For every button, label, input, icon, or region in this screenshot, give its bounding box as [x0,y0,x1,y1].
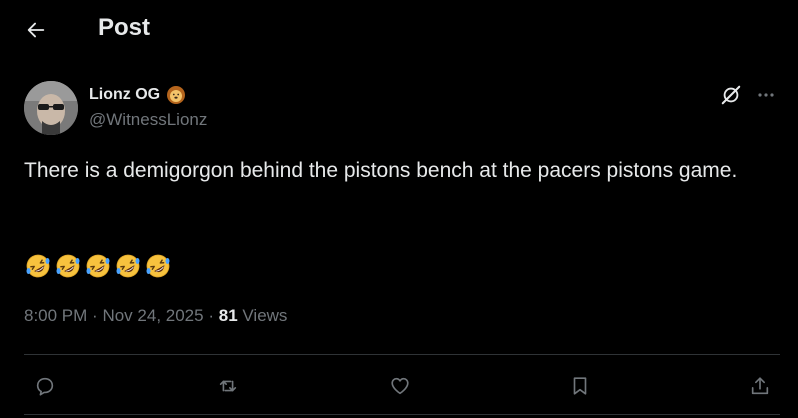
reply-button[interactable] [28,369,62,403]
page-title: Post [98,14,151,41]
arrow-left-icon [25,19,47,41]
rolling-on-floor-laughing-icon [24,252,172,280]
author-name[interactable]: Lionz OG [89,85,186,105]
share-button[interactable] [743,369,777,403]
grok-icon [720,84,742,106]
share-icon [749,375,771,397]
rolling-on-floor-laughing-emoji [56,254,80,278]
rolling-on-floor-laughing-emoji [146,254,170,278]
views-count: 81 [218,306,238,325]
top-bar: Post [0,0,798,58]
grok-button[interactable] [718,82,744,108]
repost-button[interactable] [211,369,245,403]
post-text: There is a demigorgon behind the pistons… [24,159,738,182]
author-name-text: Lionz OG [89,86,161,103]
repost-icon [217,375,239,397]
divider [24,414,780,415]
avatar[interactable] [24,81,78,135]
like-button[interactable] [383,369,417,403]
reply-icon [34,375,56,397]
lion-face-icon [166,85,186,105]
rolling-on-floor-laughing-emoji [86,254,110,278]
more-options-button[interactable] [752,82,780,108]
bookmark-button[interactable] [563,369,597,403]
meta-separator: · [92,306,98,325]
rolling-on-floor-laughing-emoji [26,254,50,278]
more-dots-icon [757,92,775,98]
action-bar [0,365,798,405]
back-button[interactable] [18,12,54,48]
post-meta: 8:00 PM · Nov 24, 2025 · 81 Views [24,306,287,326]
author-handle[interactable]: @WitnessLionz [89,110,207,130]
like-icon [389,375,411,397]
divider [24,354,780,355]
post-date[interactable]: Nov 24, 2025 [102,306,203,325]
bookmark-icon [569,375,591,397]
meta-separator: · [208,306,214,325]
post-time[interactable]: 8:00 PM [24,306,87,325]
rolling-on-floor-laughing-emoji [116,254,140,278]
views-label: Views [242,306,288,325]
